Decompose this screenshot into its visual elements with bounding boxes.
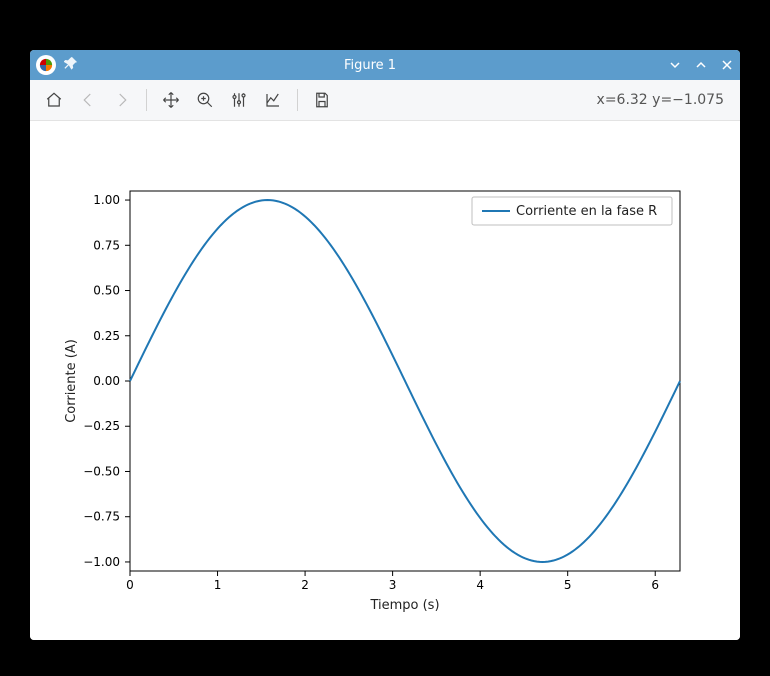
svg-text:2: 2: [301, 578, 309, 592]
svg-text:0.25: 0.25: [93, 329, 120, 343]
svg-text:6: 6: [651, 578, 659, 592]
close-button[interactable]: [714, 50, 740, 80]
svg-text:−0.50: −0.50: [83, 464, 120, 478]
separator: [146, 89, 147, 111]
svg-text:−0.75: −0.75: [83, 510, 120, 524]
separator: [297, 89, 298, 111]
svg-text:1.00: 1.00: [93, 193, 120, 207]
window-title: Figure 1: [78, 58, 662, 73]
save-button[interactable]: [308, 86, 336, 114]
configure-subplots-button[interactable]: [225, 86, 253, 114]
svg-text:Corriente en la fase R: Corriente en la fase R: [516, 204, 657, 219]
svg-text:0.00: 0.00: [93, 374, 120, 388]
svg-text:Corriente (A): Corriente (A): [64, 339, 79, 423]
svg-text:0.75: 0.75: [93, 238, 120, 252]
svg-text:Tiempo (s): Tiempo (s): [369, 598, 439, 613]
figure-window: Figure 1: [30, 50, 740, 640]
plot-canvas[interactable]: 0 1 2 3 4 5 6 −1.00 −0.75 −0.50 −0.25 0.00 0.25 0.50 0…: [30, 121, 740, 640]
svg-text:1: 1: [214, 578, 222, 592]
toolbar: x=6.32 y=−1.075: [30, 80, 740, 121]
cursor-coordinates: x=6.32 y=−1.075: [597, 92, 730, 108]
back-button[interactable]: [74, 86, 102, 114]
pin-icon[interactable]: [64, 56, 78, 74]
edit-axes-button[interactable]: [259, 86, 287, 114]
maximize-button[interactable]: [688, 50, 714, 80]
minimize-button[interactable]: [662, 50, 688, 80]
zoom-button[interactable]: [191, 86, 219, 114]
svg-text:−0.25: −0.25: [83, 419, 120, 433]
pan-button[interactable]: [157, 86, 185, 114]
svg-text:0: 0: [126, 578, 134, 592]
home-button[interactable]: [40, 86, 68, 114]
svg-text:3: 3: [389, 578, 397, 592]
svg-text:0.50: 0.50: [93, 284, 120, 298]
forward-button[interactable]: [108, 86, 136, 114]
app-icon: [36, 55, 56, 75]
svg-text:5: 5: [564, 578, 572, 592]
plot-svg: 0 1 2 3 4 5 6 −1.00 −0.75 −0.50 −0.25 0.00 0.25 0.50 0…: [30, 121, 740, 640]
svg-text:−1.00: −1.00: [83, 555, 120, 569]
titlebar: Figure 1: [30, 50, 740, 80]
svg-text:4: 4: [476, 578, 484, 592]
